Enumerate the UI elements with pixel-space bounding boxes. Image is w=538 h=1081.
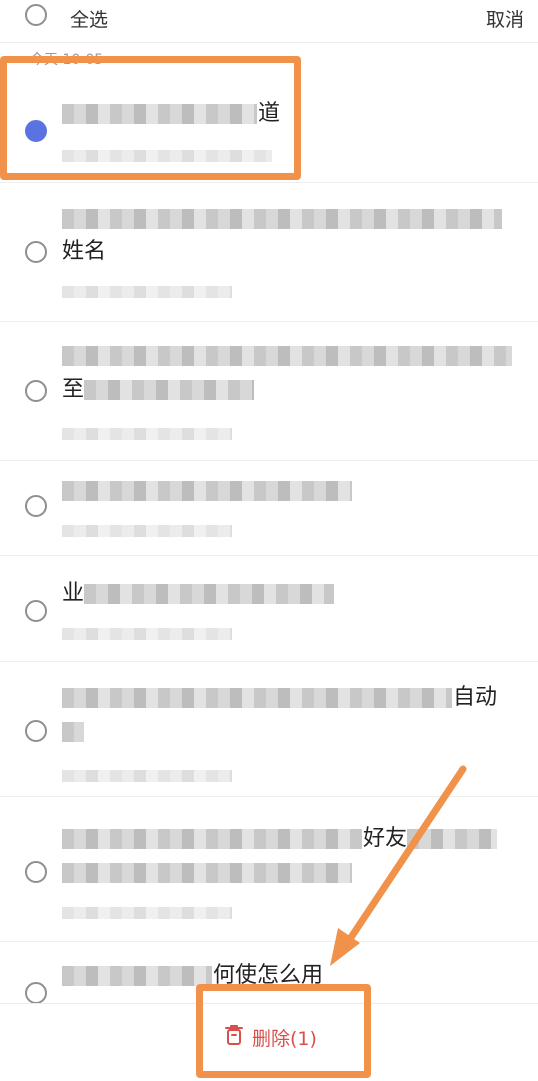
list-item[interactable]: 好友 — [0, 797, 538, 942]
item-radio[interactable] — [25, 380, 47, 402]
item-title-line2: 姓名 — [62, 239, 107, 264]
select-all-label[interactable]: 全选 — [70, 5, 108, 32]
item-url — [62, 905, 232, 919]
item-title: 好友 — [62, 825, 517, 853]
item-radio[interactable] — [25, 982, 47, 1004]
list-item[interactable]: 至 — [0, 322, 538, 461]
list-item[interactable]: 姓名 — [0, 183, 538, 322]
item-url — [62, 426, 232, 440]
item-radio[interactable] — [25, 600, 47, 622]
item-title-line2: 至 — [62, 376, 262, 404]
list-item[interactable] — [0, 461, 538, 556]
cancel-button[interactable]: 取消 — [486, 5, 524, 32]
item-radio[interactable] — [25, 720, 47, 742]
item-title — [62, 477, 352, 505]
item-title — [62, 205, 502, 233]
item-url — [62, 284, 232, 298]
select-all-radio[interactable] — [25, 4, 47, 26]
highlight-box-delete-button — [196, 984, 371, 1078]
item-title: 业 — [62, 580, 342, 608]
item-url — [62, 626, 232, 640]
item-title — [62, 342, 512, 370]
item-title: 自动 — [62, 684, 512, 712]
highlight-box-selected-item — [0, 56, 301, 180]
list-item[interactable]: 业 — [0, 556, 538, 662]
list-item[interactable]: 自动 — [0, 662, 538, 797]
item-url — [62, 523, 232, 537]
item-title-line2 — [62, 859, 362, 887]
item-title-line2 — [62, 718, 92, 746]
item-radio[interactable] — [25, 241, 47, 263]
item-radio[interactable] — [25, 861, 47, 883]
item-radio[interactable] — [25, 495, 47, 517]
item-url — [62, 768, 232, 782]
selection-header: 全选 取消 — [0, 0, 538, 43]
